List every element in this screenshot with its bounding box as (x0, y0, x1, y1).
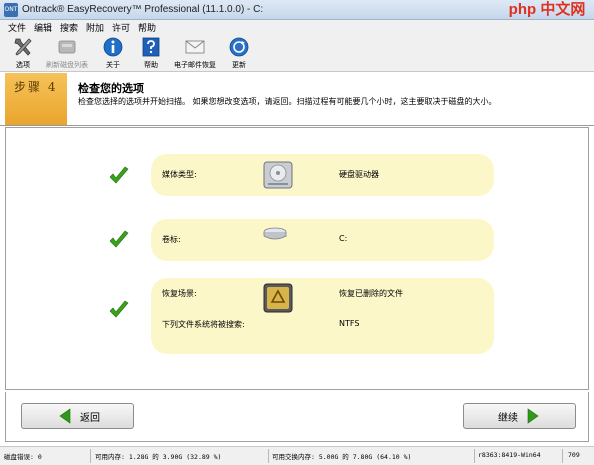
status-separator (268, 449, 269, 463)
title-bar: ONT Ontrack® EasyRecovery™ Professional … (0, 0, 594, 20)
watermark-logo: php 中文网 (508, 1, 586, 18)
check-icon (109, 300, 129, 318)
step-title: 检查您的选项 (78, 82, 144, 95)
app-icon: ONT (4, 3, 18, 17)
menu-edit[interactable]: 编辑 (34, 21, 52, 34)
code-status: 709 (568, 451, 580, 459)
arrow-right-icon (527, 408, 539, 424)
step-label: 步骤 4 (14, 80, 58, 94)
build-status: r8363:8419-Win64 (478, 451, 541, 459)
volume-panel: 卷标: C: (151, 219, 494, 261)
status-separator (474, 449, 475, 463)
step-description: 检查您选择的选项并开始扫描。 如果您想改变选项，请返回。扫描过程有可能要几个小时… (78, 97, 497, 106)
recycle-drive-icon (263, 283, 293, 313)
email-icon (183, 36, 207, 58)
tools-icon (11, 36, 35, 58)
swap-status: 可用交换内存: 5.00G 的 7.80G (64.10 %) (272, 453, 412, 461)
menu-search[interactable]: 搜索 (60, 21, 78, 34)
menu-bar: 文件 编辑 搜索 附加 许可 帮助 (0, 20, 594, 34)
file-system-label: 下列文件系统将被搜索: (162, 320, 245, 329)
menu-extras[interactable]: 附加 (86, 21, 104, 34)
toolbar: 选项 刷新磁盘列表 关于 帮助 电子邮件恢复 更新 (0, 34, 594, 72)
volume-icon (263, 227, 287, 240)
volume-label: 卷标: (162, 235, 181, 244)
hard-drive-icon (263, 161, 293, 189)
media-type-label: 媒体类型: (162, 170, 197, 179)
check-icon (109, 230, 129, 248)
check-icon (109, 166, 129, 184)
file-system-value: NTFS (339, 319, 360, 328)
menu-file[interactable]: 文件 (8, 21, 26, 34)
update-icon (227, 36, 251, 58)
menu-license[interactable]: 许可 (112, 21, 130, 34)
update-label: 更新 (232, 61, 246, 69)
scenario-panel: 恢复场景: 恢复已删除的文件 下列文件系统将被搜索: NTFS (151, 278, 494, 354)
continue-button[interactable]: 继续 (463, 403, 576, 429)
recovery-scenario-label: 恢复场景: (162, 289, 197, 298)
memory-status: 可用内存: 1.28G 的 3.90G (32.89 %) (95, 453, 222, 461)
info-icon (101, 36, 125, 58)
media-type-panel: 媒体类型: 硬盘驱动器 (151, 154, 494, 196)
disk-errors-status: 磁盘错误: 0 (4, 453, 42, 461)
refresh-disk-icon (55, 36, 79, 58)
recovery-scenario-value: 恢复已删除的文件 (339, 289, 403, 298)
window-title: Ontrack® EasyRecovery™ Professional (11.… (22, 4, 264, 15)
menu-help[interactable]: 帮助 (138, 21, 156, 34)
media-type-value: 硬盘驱动器 (339, 170, 379, 179)
summary-area: 媒体类型: 硬盘驱动器 卷标: C: 恢复场景: 恢复已删除的文件 下列文件系统… (5, 127, 589, 390)
status-separator (90, 449, 91, 463)
arrow-left-icon (59, 408, 71, 424)
back-button[interactable]: 返回 (21, 403, 134, 429)
help-icon (139, 36, 163, 58)
volume-value: C: (339, 234, 348, 243)
continue-label: 继续 (498, 412, 518, 424)
update-button[interactable]: 更新 (212, 36, 266, 70)
navigation-area: 返回 继续 (5, 392, 589, 442)
status-separator (562, 449, 563, 463)
back-label: 返回 (80, 412, 100, 424)
status-bar: 磁盘错误: 0 可用内存: 1.28G 的 3.90G (32.89 %) 可用… (0, 446, 594, 465)
